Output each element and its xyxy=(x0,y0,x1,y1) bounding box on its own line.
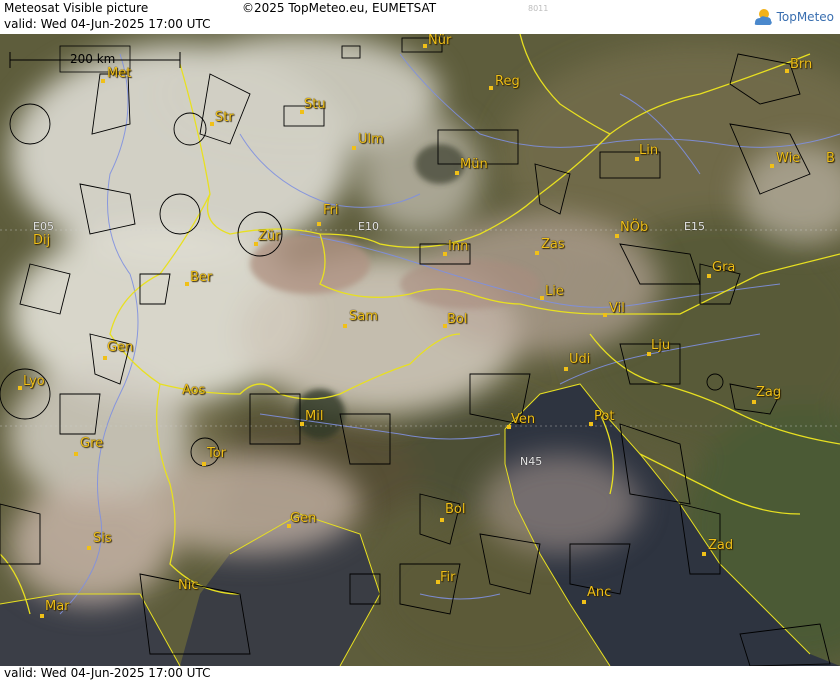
city-label[interactable]: Mar xyxy=(45,600,70,613)
scale-label: 200 km xyxy=(70,52,116,66)
city-label[interactable]: Nür xyxy=(428,34,451,47)
city-label[interactable]: Str xyxy=(215,111,234,124)
city-label[interactable]: Mil xyxy=(305,410,323,423)
city-label[interactable]: Wie xyxy=(776,152,800,165)
city-label[interactable]: Dij xyxy=(33,234,50,247)
city-label[interactable]: Pot xyxy=(594,410,614,423)
city-label[interactable]: Bol xyxy=(445,503,465,516)
grid-label-e05: E05 xyxy=(33,220,54,233)
city-label[interactable]: Zad xyxy=(708,539,733,552)
footer: valid: Wed 04-Jun-2025 17:00 UTC xyxy=(0,666,840,681)
valid-time-top: valid: Wed 04-Jun-2025 17:00 UTC xyxy=(4,17,211,31)
grid-label-n45: N45 xyxy=(520,455,543,468)
city-label[interactable]: Fri xyxy=(323,204,339,217)
copyright-notice: ©2025 TopMeteo.eu, EUMETSAT xyxy=(242,1,437,15)
city-label[interactable]: Sis xyxy=(93,532,112,545)
city-label[interactable]: Met xyxy=(107,67,131,80)
city-label[interactable]: Brn xyxy=(790,58,812,71)
header: Meteosat Visible picture valid: Wed 04-J… xyxy=(0,0,840,34)
city-label[interactable]: Gen xyxy=(107,341,133,354)
frame-id: 8011 xyxy=(528,4,549,13)
city-label[interactable]: NÖb xyxy=(620,221,648,234)
city-label[interactable]: Lyo xyxy=(23,375,45,388)
city-label[interactable]: Bol xyxy=(447,313,467,326)
city-label[interactable]: Mün xyxy=(460,158,488,171)
city-label[interactable]: Gre xyxy=(80,437,103,450)
city-label[interactable]: Lju xyxy=(651,339,670,352)
city-label[interactable]: Tor xyxy=(207,447,226,460)
city-label[interactable]: Zag xyxy=(756,386,781,399)
grid-label-e10: E10 xyxy=(358,220,379,233)
city-label[interactable]: Gra xyxy=(712,261,735,274)
city-label[interactable]: Anc xyxy=(587,586,611,599)
city-label[interactable]: Fir xyxy=(440,571,456,584)
city-label[interactable]: Lin xyxy=(639,144,658,157)
grid-label-e15: E15 xyxy=(684,220,705,233)
city-label[interactable]: Zür xyxy=(258,230,281,243)
city-label[interactable]: Reg xyxy=(495,75,520,88)
city-label[interactable]: Zas xyxy=(541,238,565,251)
city-label[interactable]: Sam xyxy=(349,310,378,323)
valid-time-bottom: valid: Wed 04-Jun-2025 17:00 UTC xyxy=(4,666,211,680)
city-label[interactable]: B xyxy=(826,152,835,165)
topmeteo-logo[interactable]: TopMeteo xyxy=(752,4,834,30)
satellite-map[interactable]: E05 E10 E15 N45 200 km Nür Reg Brn Met S… xyxy=(0,34,840,666)
city-label[interactable]: Udi xyxy=(569,353,590,366)
city-label[interactable]: Nic xyxy=(178,579,198,592)
city-label[interactable]: Aos xyxy=(182,384,205,397)
city-label[interactable]: Gen xyxy=(290,512,316,525)
city-label[interactable]: Vil xyxy=(609,302,625,315)
city-label[interactable]: Stu xyxy=(304,98,326,111)
city-label[interactable]: Ber xyxy=(190,271,212,284)
city-label[interactable]: Lie xyxy=(545,285,564,298)
city-label[interactable]: Inn xyxy=(448,240,468,253)
logo-text: TopMeteo xyxy=(776,10,834,24)
image-title: Meteosat Visible picture xyxy=(4,1,149,15)
city-label[interactable]: Ven xyxy=(511,413,535,426)
sun-cloud-logo-icon xyxy=(754,9,772,25)
city-label[interactable]: Ulm xyxy=(358,133,384,146)
